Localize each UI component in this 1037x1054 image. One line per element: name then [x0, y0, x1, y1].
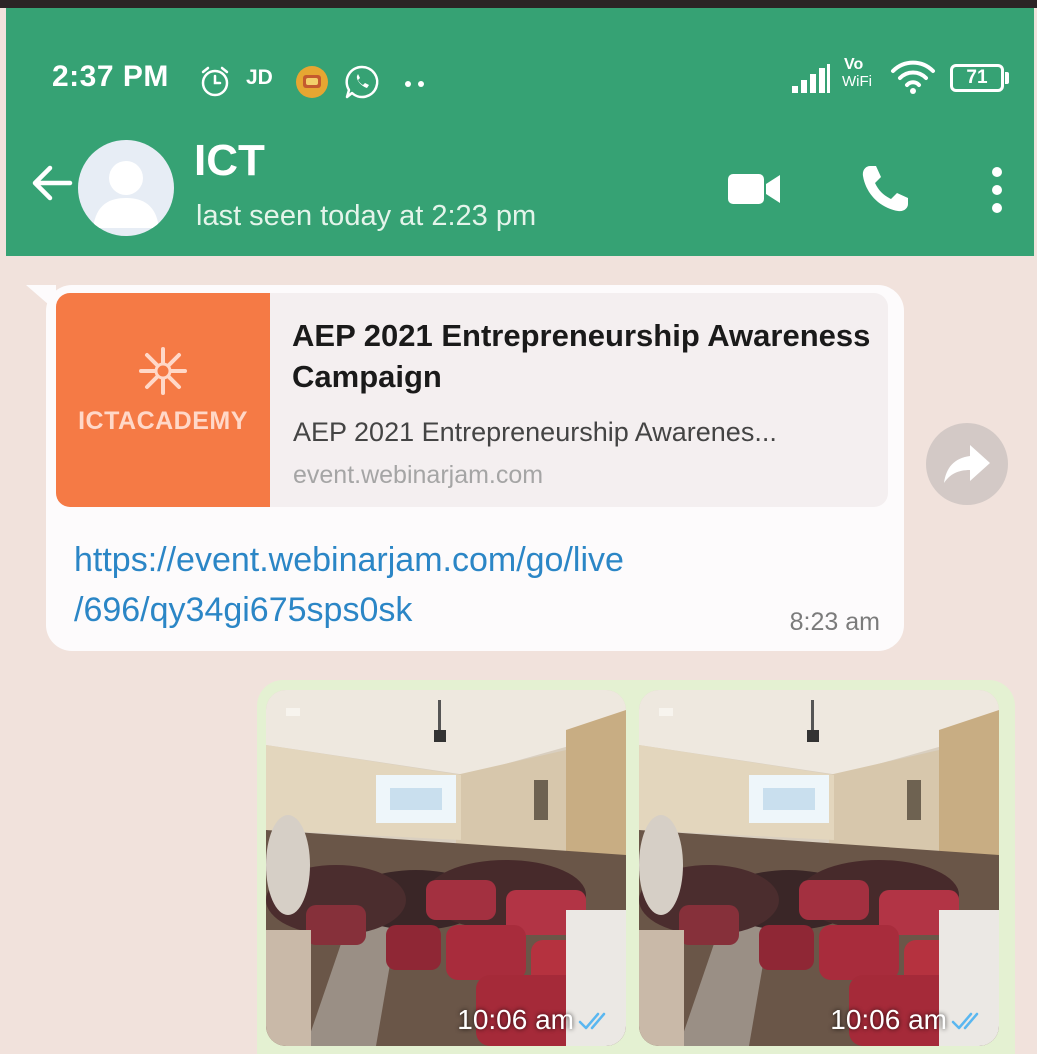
preview-title: AEP 2021 Entrepreneurship Awareness Camp…	[292, 318, 871, 394]
ict-academy-logo-icon	[139, 347, 187, 395]
header: 2:37 PM JD Vo WiFi 71 ICT last seen toda…	[6, 8, 1034, 256]
avatar[interactable]	[78, 140, 174, 236]
status-bar: 2:37 PM JD Vo WiFi 71	[6, 50, 1034, 110]
battery-tip	[1005, 72, 1009, 84]
message-time: 8:23 am	[789, 608, 880, 636]
whatsapp-icon	[345, 65, 379, 99]
read-receipt-icon	[578, 1012, 606, 1030]
video-call-icon[interactable]	[726, 170, 782, 208]
battery-level: 71	[966, 67, 988, 88]
top-edge	[0, 0, 1037, 8]
more-dots-icon	[405, 81, 424, 87]
photo-time-2: 10:06 am	[830, 1004, 947, 1035]
incoming-message-bubble[interactable]: ICTACADEMY AEP 2021 Entrepreneurship Awa…	[46, 285, 904, 651]
photo-thumbnail-2[interactable]: 10:06 am	[639, 690, 999, 1046]
chat-screen: 2:37 PM JD Vo WiFi 71 ICT last seen toda…	[0, 0, 1037, 1054]
read-receipt-icon	[951, 1012, 979, 1030]
photo-thumbnail-1[interactable]: 10:06 am	[266, 690, 626, 1046]
forward-button[interactable]	[926, 423, 1008, 505]
menu-dots-icon[interactable]	[988, 166, 1006, 214]
classroom-photo	[639, 690, 999, 1046]
preview-description: AEP 2021 Entrepreneurship Awarenes...	[293, 417, 777, 447]
notification-app-icon	[296, 66, 328, 98]
signal-icon	[792, 64, 830, 93]
message-link-line-2[interactable]: /696/qy34gi675sps0sk	[74, 585, 834, 635]
preview-brand: ICTACADEMY	[78, 407, 248, 435]
back-arrow-icon[interactable]	[26, 158, 76, 208]
contact-name[interactable]: ICT	[194, 136, 265, 186]
avatar-icon	[93, 161, 159, 228]
link-preview-card[interactable]: ICTACADEMY AEP 2021 Entrepreneurship Awa…	[56, 293, 888, 507]
last-seen-status: last seen today at 2:23 pm	[196, 200, 537, 232]
vo-label: Vo	[844, 56, 864, 73]
message-link-line-1[interactable]: https://event.webinarjam.com/go/live	[74, 535, 834, 585]
classroom-photo	[266, 690, 626, 1046]
wifi-icon	[891, 60, 935, 94]
message-link[interactable]: https://event.webinarjam.com/go/live /69…	[74, 535, 834, 635]
status-time: 2:37 PM	[52, 60, 169, 93]
preview-thumbnail: ICTACADEMY	[56, 293, 270, 507]
alarm-icon	[201, 66, 229, 97]
chat-header: ICT last seen today at 2:23 pm	[6, 126, 1034, 246]
voice-call-icon[interactable]	[858, 162, 912, 216]
photo-time-1: 10:06 am	[457, 1004, 574, 1035]
outgoing-photo-message: 10:06 am 10:06 am	[257, 680, 1015, 1054]
battery-icon: 71	[950, 64, 1004, 92]
forward-arrow-icon	[944, 445, 990, 483]
jd-label: JD	[246, 66, 273, 89]
preview-domain: event.webinarjam.com	[293, 461, 544, 489]
wifi-label: WiFi	[842, 73, 872, 90]
